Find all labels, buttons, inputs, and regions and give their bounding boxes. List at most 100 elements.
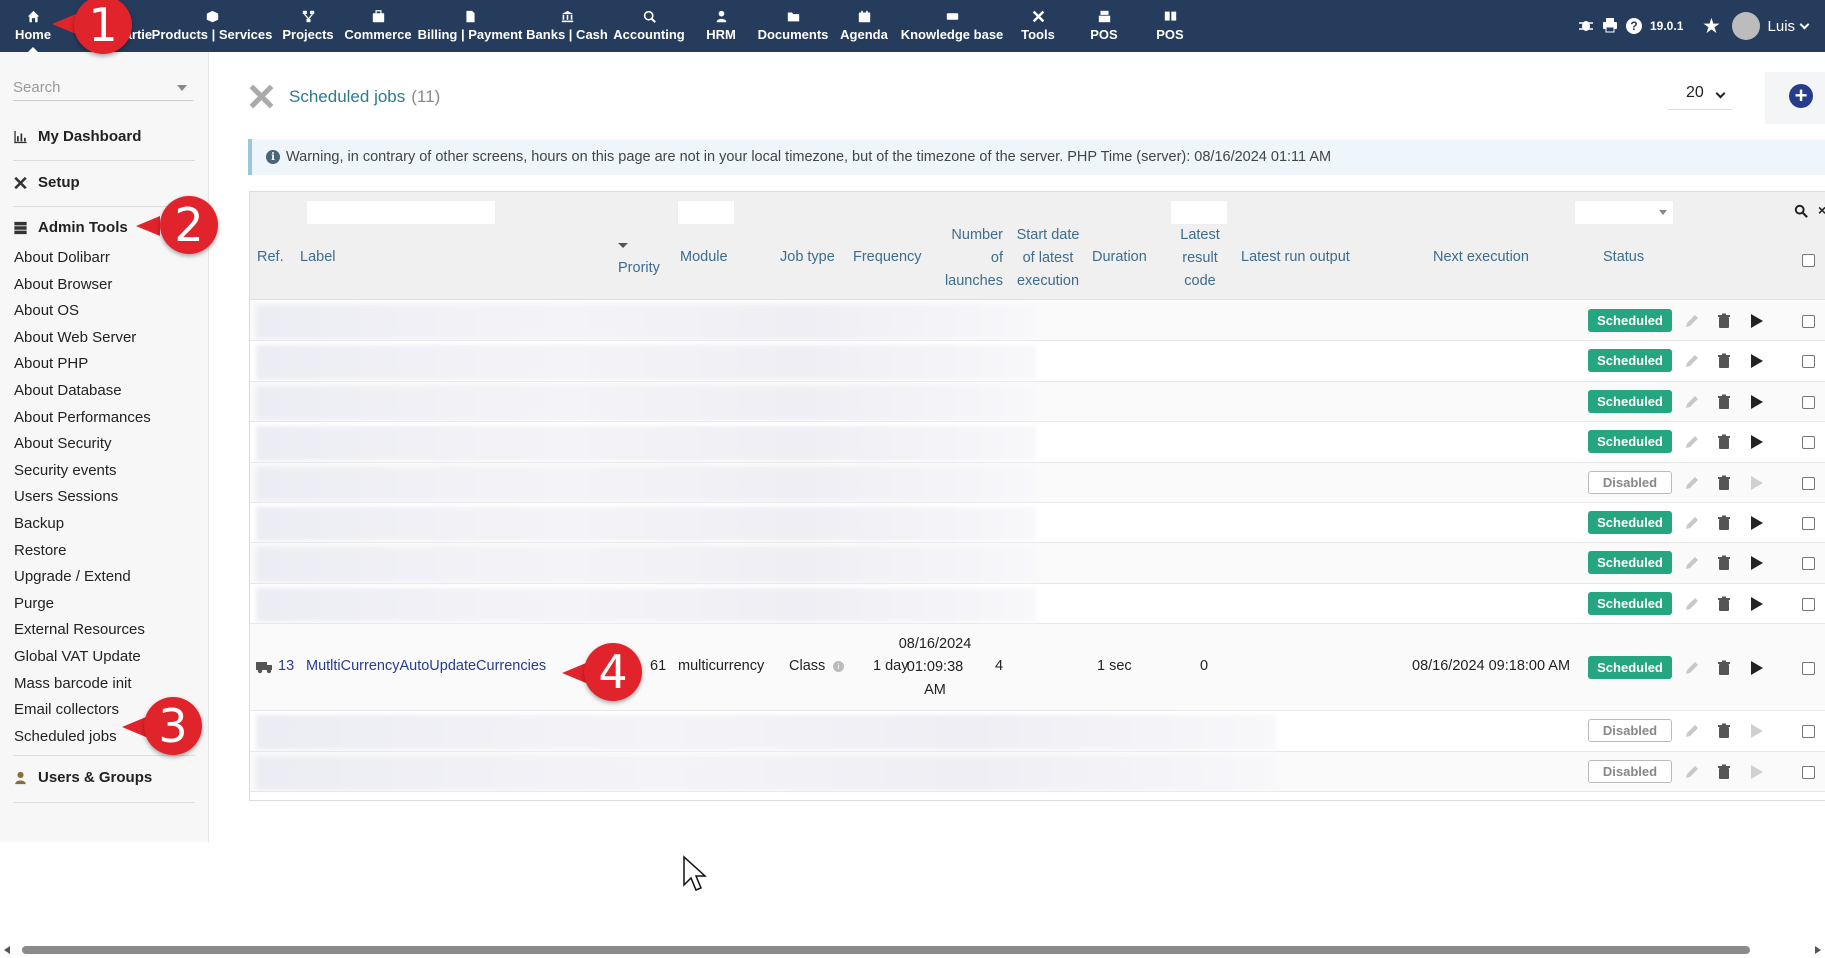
nav-pos-2[interactable]: POS xyxy=(1150,0,1190,52)
sidebar-item-email-collectors[interactable]: Email collectors xyxy=(14,701,119,718)
nav-knowledge-base[interactable]: Knowledge base xyxy=(900,0,1004,52)
delete-trash-icon[interactable] xyxy=(1716,313,1732,329)
nav-tools[interactable]: Tools xyxy=(1016,0,1060,52)
edit-pencil-icon[interactable] xyxy=(1684,764,1700,780)
delete-trash-icon[interactable] xyxy=(1716,515,1732,531)
filter-module-input[interactable] xyxy=(677,200,735,225)
sidebar-users-groups[interactable]: Users & Groups xyxy=(13,769,152,786)
edit-pencil-icon[interactable] xyxy=(1684,434,1700,450)
delete-trash-icon[interactable] xyxy=(1716,596,1732,612)
edit-pencil-icon[interactable] xyxy=(1684,313,1700,329)
run-play-icon[interactable] xyxy=(1748,515,1764,531)
delete-trash-icon[interactable] xyxy=(1716,723,1732,739)
col-ref[interactable]: Ref. xyxy=(257,246,284,269)
row-checkbox[interactable] xyxy=(1802,517,1815,530)
search-icon[interactable] xyxy=(1794,204,1808,223)
user-name[interactable]: Luis xyxy=(1768,18,1796,35)
filter-result-input[interactable] xyxy=(1170,200,1228,225)
sidebar-admin-tools[interactable]: Admin Tools xyxy=(13,219,128,236)
run-play-icon[interactable] xyxy=(1748,353,1764,369)
sidebar-item-global-vat-update[interactable]: Global VAT Update xyxy=(14,648,141,665)
edit-pencil-icon[interactable] xyxy=(1684,353,1700,369)
sidebar-item-restore[interactable]: Restore xyxy=(14,542,67,559)
nav-accounting[interactable]: Accounting xyxy=(613,0,685,52)
run-play-icon[interactable] xyxy=(1748,313,1764,329)
sidebar-item-mass-barcode-init[interactable]: Mass barcode init xyxy=(14,675,132,692)
scrollbar-thumb[interactable] xyxy=(22,946,1750,954)
row-checkbox[interactable] xyxy=(1802,662,1815,676)
nav-banks-cash[interactable]: Banks | Cash xyxy=(526,0,608,52)
run-play-icon[interactable] xyxy=(1748,434,1764,450)
sidebar-item-about-database[interactable]: About Database xyxy=(14,382,122,399)
filter-status-select[interactable] xyxy=(1574,200,1674,225)
edit-pencil-icon[interactable] xyxy=(1684,555,1700,571)
print-icon[interactable] xyxy=(1602,17,1618,36)
sidebar-item-security-events[interactable]: Security events xyxy=(14,462,117,479)
run-play-icon[interactable] xyxy=(1748,475,1764,491)
sidebar-item-about-security[interactable]: About Security xyxy=(14,435,112,452)
edit-pencil-icon[interactable] xyxy=(1684,596,1700,612)
select-all-checkbox[interactable] xyxy=(1802,254,1815,267)
row-checkbox[interactable] xyxy=(1802,765,1815,779)
row-checkbox[interactable] xyxy=(1802,315,1815,328)
row-checkbox[interactable] xyxy=(1802,355,1815,369)
col-launches[interactable]: Number of launches xyxy=(937,224,1003,293)
run-play-icon[interactable] xyxy=(1748,764,1764,780)
edit-pencil-icon[interactable] xyxy=(1684,394,1700,410)
horizontal-scrollbar[interactable] xyxy=(0,942,1825,958)
nav-projects[interactable]: Projects xyxy=(280,0,336,52)
col-module[interactable]: Module xyxy=(680,246,728,269)
row-checkbox[interactable] xyxy=(1802,476,1815,490)
run-play-icon[interactable] xyxy=(1748,660,1764,676)
nav-documents[interactable]: Documents xyxy=(756,0,830,52)
sidebar-setup[interactable]: Setup xyxy=(13,174,80,191)
filter-label-input[interactable] xyxy=(306,200,496,225)
scroll-right-icon[interactable] xyxy=(1815,946,1821,954)
info-icon[interactable]: i xyxy=(833,661,844,673)
delete-trash-icon[interactable] xyxy=(1716,394,1732,410)
per-page-select[interactable]: 20 xyxy=(1668,80,1732,110)
sidebar-item-about-dolibarr[interactable]: About Dolibarr xyxy=(14,249,110,266)
col-label[interactable]: Label xyxy=(300,246,335,269)
edit-pencil-icon[interactable] xyxy=(1684,475,1700,491)
delete-trash-icon[interactable] xyxy=(1716,764,1732,780)
row-checkbox[interactable] xyxy=(1802,725,1815,739)
nav-hrm[interactable]: HRM xyxy=(700,0,742,52)
col-status[interactable]: Status xyxy=(1603,246,1644,269)
search-input[interactable]: Search xyxy=(13,79,193,101)
bookmark-star-icon[interactable]: ★ xyxy=(1703,16,1719,37)
nav-billing-payment[interactable]: Billing | Payment xyxy=(418,0,522,52)
col-job-type[interactable]: Job type xyxy=(780,246,835,269)
add-job-button[interactable]: + xyxy=(1789,84,1813,108)
col-start-date[interactable]: Start date of latest execution xyxy=(1010,224,1086,293)
edit-pencil-icon[interactable] xyxy=(1684,723,1700,739)
run-play-icon[interactable] xyxy=(1748,596,1764,612)
bug-icon[interactable] xyxy=(1578,17,1594,36)
edit-pencil-icon[interactable] xyxy=(1684,660,1700,676)
help-icon[interactable]: ? xyxy=(1626,18,1642,34)
nav-home[interactable]: Home xyxy=(12,0,54,52)
sidebar-item-about-browser[interactable]: About Browser xyxy=(14,276,112,293)
nav-pos[interactable]: POS xyxy=(1084,0,1124,52)
sidebar-item-backup[interactable]: Backup xyxy=(14,515,64,532)
delete-trash-icon[interactable] xyxy=(1716,660,1732,676)
delete-trash-icon[interactable] xyxy=(1716,434,1732,450)
col-next-execution[interactable]: Next execution xyxy=(1433,246,1529,269)
run-play-icon[interactable] xyxy=(1748,555,1764,571)
col-duration[interactable]: Duration xyxy=(1092,246,1147,269)
sidebar-item-about-performances[interactable]: About Performances xyxy=(14,409,151,426)
edit-pencil-icon[interactable] xyxy=(1684,515,1700,531)
sidebar-item-about-web-server[interactable]: About Web Server xyxy=(14,329,136,346)
sidebar-item-users-sessions[interactable]: Users Sessions xyxy=(14,488,118,505)
sidebar-item-about-os[interactable]: About OS xyxy=(14,302,79,319)
delete-trash-icon[interactable] xyxy=(1716,475,1732,491)
sidebar-item-about-php[interactable]: About PHP xyxy=(14,355,88,372)
row-checkbox[interactable] xyxy=(1802,557,1815,571)
sidebar-my-dashboard[interactable]: My Dashboard xyxy=(13,128,141,145)
job-ref-link[interactable]: 13 xyxy=(278,658,294,674)
sidebar-item-external-resources[interactable]: External Resources xyxy=(14,621,145,638)
row-checkbox[interactable] xyxy=(1802,436,1815,450)
col-frequency[interactable]: Frequency xyxy=(853,246,922,269)
scroll-left-icon[interactable] xyxy=(4,946,10,954)
clear-filter-icon[interactable]: × xyxy=(1818,202,1825,218)
